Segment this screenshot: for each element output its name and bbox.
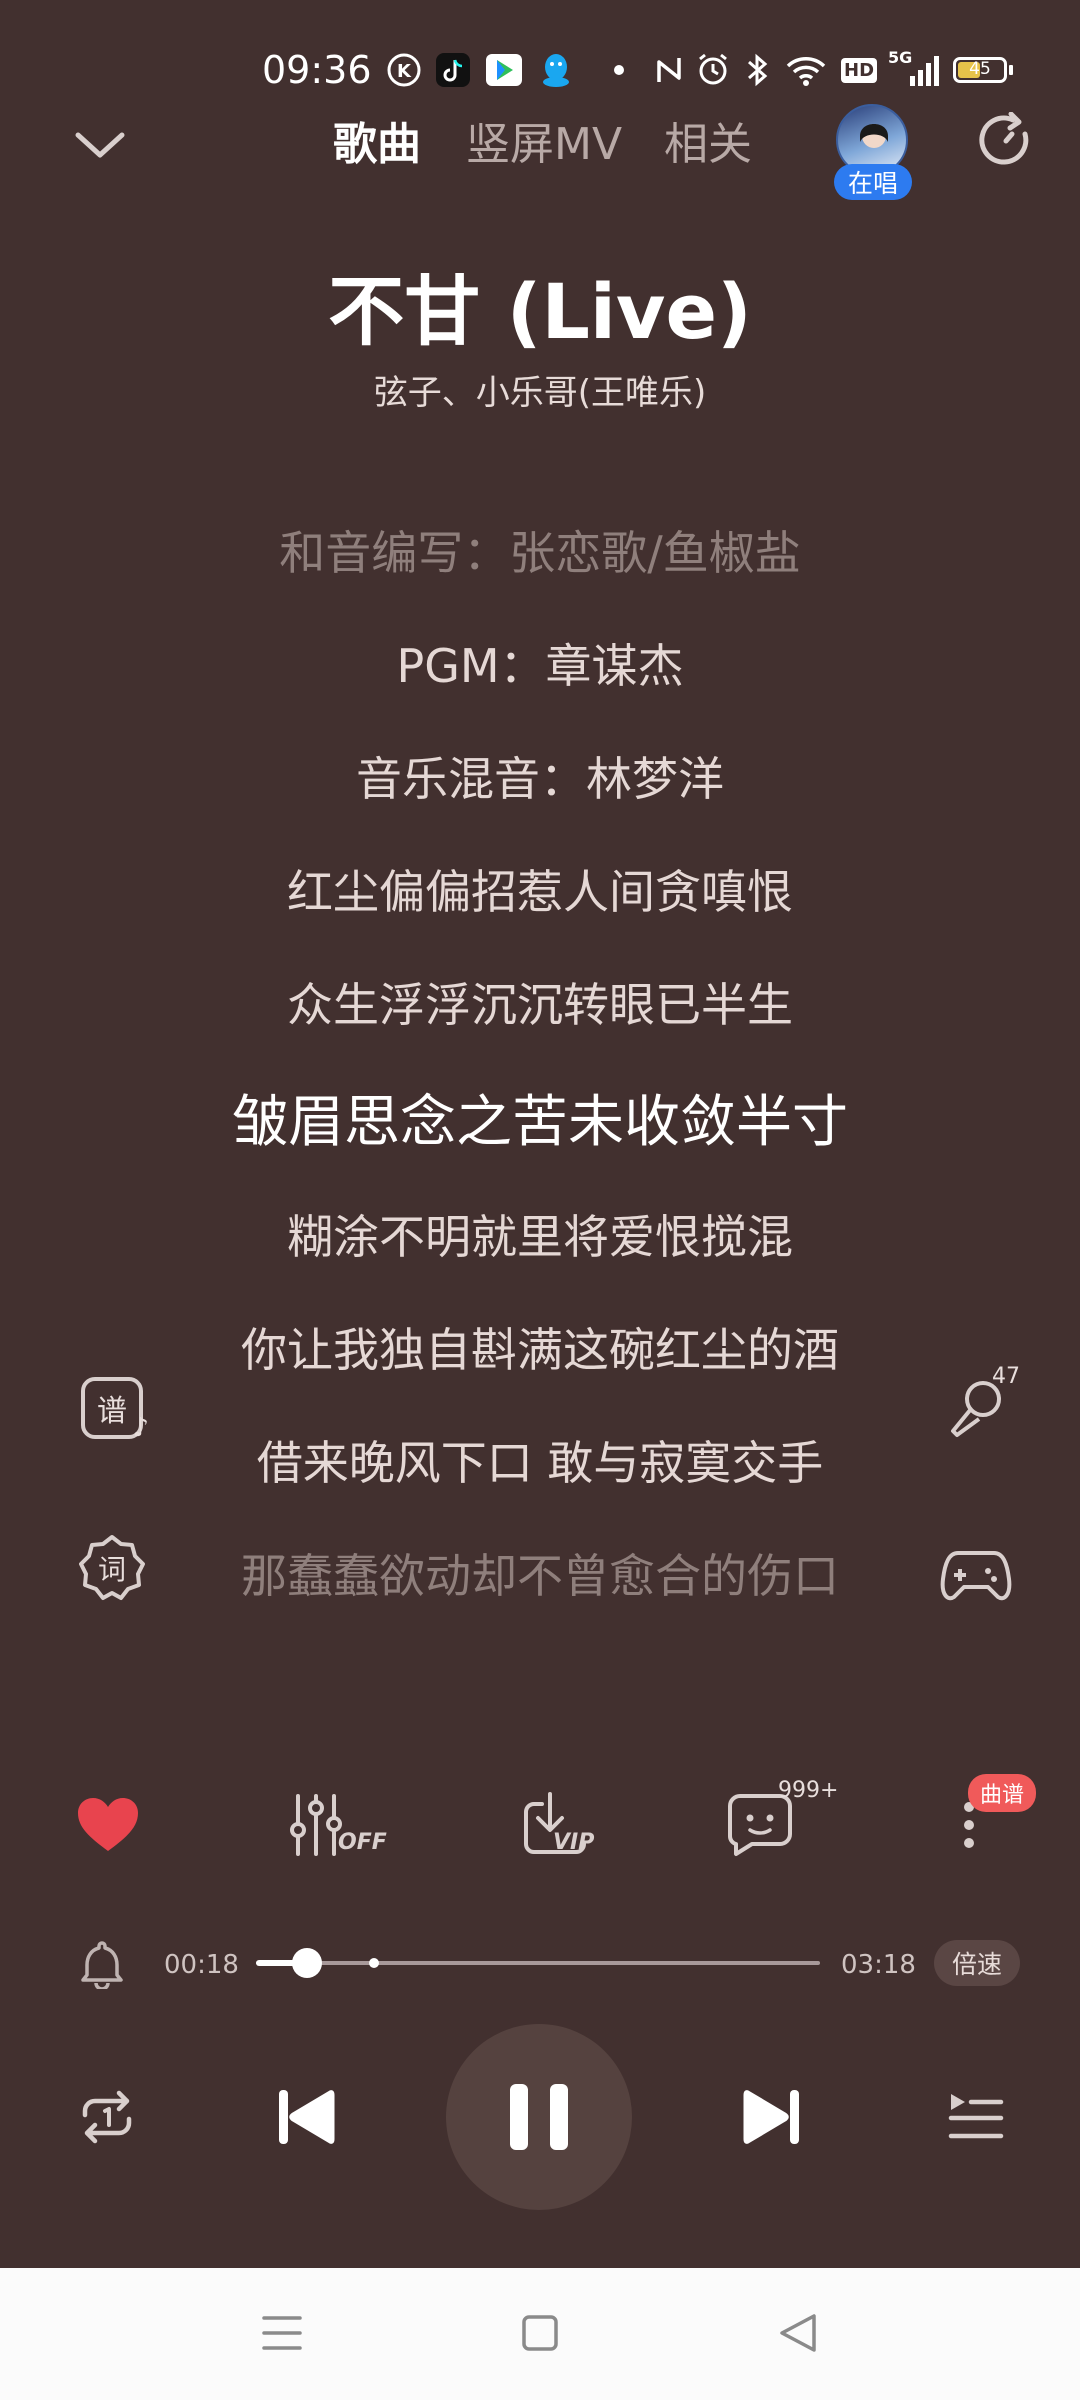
- progress-slider[interactable]: [256, 1948, 820, 1978]
- svg-text:K: K: [397, 61, 412, 82]
- repeat-mode-button[interactable]: [70, 2080, 144, 2154]
- like-button[interactable]: [72, 1780, 144, 1870]
- previous-button[interactable]: [268, 2080, 342, 2154]
- lyric-line: 和音编写：张恋歌/鱼椒盐: [279, 526, 801, 580]
- lyric-line: 借来晚风下口 敢与寂寞交手: [256, 1436, 824, 1490]
- menu-nav-button[interactable]: [252, 2298, 312, 2368]
- speed-button[interactable]: 倍速: [934, 1940, 1020, 1986]
- lyric-icon: 词: [77, 1533, 147, 1603]
- lyric-effect-button[interactable]: 词: [72, 1528, 152, 1608]
- qq-icon: [536, 50, 576, 90]
- comment-count: 999+: [778, 1778, 839, 1803]
- refresh-icon: [979, 112, 1029, 165]
- score-icon: 谱 ♪: [81, 1377, 149, 1443]
- score-badge: 曲谱: [968, 1774, 1037, 1812]
- system-nav-bar: [0, 2268, 1080, 2400]
- progress-track: [256, 1961, 820, 1965]
- skip-previous-icon: [279, 2090, 335, 2144]
- tab-song[interactable]: 歌曲: [333, 108, 421, 172]
- download-button[interactable]: VIP: [505, 1780, 605, 1870]
- vip-label: VIP: [553, 1830, 595, 1855]
- back-nav-button[interactable]: [768, 2298, 828, 2368]
- karaoke-mic-button[interactable]: 47: [936, 1364, 1020, 1448]
- gamepad-icon: [940, 1551, 1012, 1601]
- dot-icon: [604, 50, 634, 90]
- effect-status: OFF: [338, 1830, 387, 1855]
- lyric-line: PGM：章谋杰: [396, 639, 684, 693]
- menu-icon: [262, 2316, 302, 2350]
- current-time: 00:18: [164, 1950, 239, 1980]
- signal-icon: 5G: [888, 48, 940, 90]
- repeat-one-icon: [82, 2090, 132, 2144]
- alarm-icon: [693, 50, 733, 90]
- more-button[interactable]: 曲谱: [938, 1774, 1037, 1870]
- sound-effect-button[interactable]: OFF: [288, 1780, 388, 1870]
- progress-marker: [369, 1958, 379, 1968]
- lyric-line: 你让我独自斟满这碗红尘的酒: [241, 1323, 839, 1377]
- bell-icon: [81, 1941, 123, 1989]
- home-icon: [522, 2315, 558, 2351]
- back-icon: [780, 2314, 816, 2352]
- score-button[interactable]: 谱 ♪: [72, 1368, 152, 1448]
- status-time: 09:36: [262, 48, 372, 92]
- lyric-line: 那蠢蠢欲动却不曾愈合的伤口: [241, 1549, 839, 1603]
- tab-related[interactable]: 相关: [664, 108, 752, 172]
- lyric-line-current: 皱眉思念之苦未收敛半寸: [232, 1090, 848, 1155]
- game-button[interactable]: [936, 1535, 1016, 1615]
- tiktok-icon: [434, 50, 472, 90]
- lyric-line: 众生浮浮沉沉转眼已半生: [287, 978, 793, 1032]
- wifi-icon: [783, 50, 829, 90]
- song-artist[interactable]: 弦子、小乐哥(王唯乐): [0, 365, 1080, 414]
- comment-button[interactable]: 999+: [720, 1778, 838, 1870]
- bluetooth-icon: [740, 50, 774, 90]
- nfc-icon: [652, 50, 686, 90]
- chevron-down-icon: [75, 132, 125, 158]
- lyric-line: 糊涂不明就里将爱恨搅混: [287, 1210, 793, 1264]
- skip-next-icon: [743, 2090, 799, 2144]
- next-button[interactable]: [736, 2080, 810, 2154]
- playlist-icon: [948, 2094, 1004, 2139]
- share-refresh-button[interactable]: [975, 110, 1037, 172]
- heart-icon: [78, 1798, 138, 1851]
- mic-count: 47: [992, 1364, 1020, 1389]
- singer-avatar-button[interactable]: 在唱: [834, 104, 912, 200]
- lyric-line: 红尘偏偏招惹人间贪嗔恨: [287, 865, 793, 919]
- video-app-icon: [484, 50, 524, 90]
- collapse-button[interactable]: [70, 115, 130, 175]
- hd-icon: HD: [841, 50, 878, 90]
- playlist-button[interactable]: [938, 2080, 1012, 2154]
- lyrics-panel[interactable]: 和音编写：张恋歌/鱼椒盐 PGM：章谋杰 音乐混音：林梦洋 红尘偏偏招惹人间贪嗔…: [0, 505, 1080, 1655]
- pause-icon: [510, 2084, 568, 2150]
- total-time: 03:18: [841, 1950, 916, 1980]
- song-title: 不甘 (Live): [328, 267, 752, 356]
- lyric-line: 音乐混音：林梦洋: [356, 752, 724, 806]
- play-pause-button[interactable]: [446, 2024, 632, 2210]
- status-bar: 09:36 K HD 5G 45: [0, 0, 1080, 100]
- tab-vertical-mv[interactable]: 竖屏MV: [466, 108, 622, 172]
- progress-thumb[interactable]: [292, 1948, 322, 1978]
- battery-icon: 45: [952, 50, 1014, 90]
- home-nav-button[interactable]: [510, 2298, 570, 2368]
- singing-badge: 在唱: [834, 164, 912, 200]
- sleep-timer-button[interactable]: [76, 1935, 128, 1993]
- kuwo-icon: K: [385, 50, 423, 90]
